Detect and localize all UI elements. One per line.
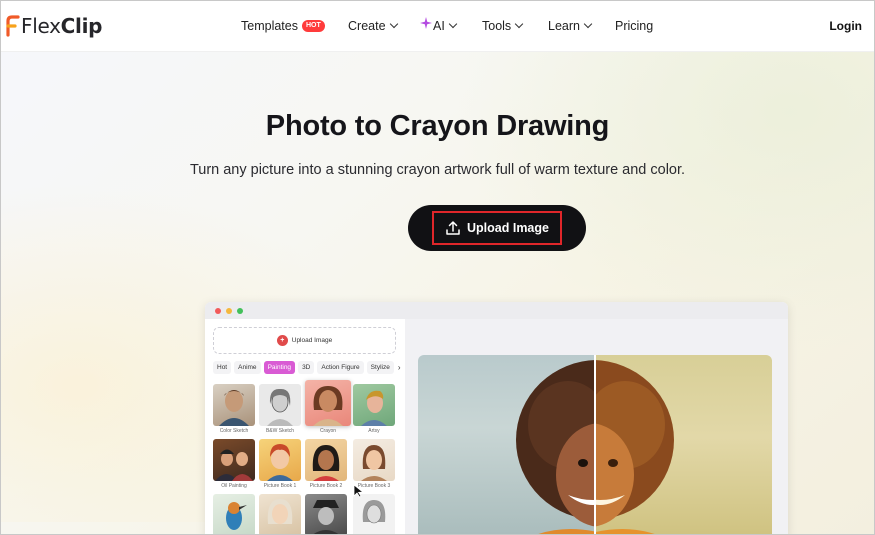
style-caption: Color Sketch (219, 428, 249, 434)
style-caption: Artsy (368, 428, 380, 434)
mockup-style-panel: + Upload Image Hot Anime Painting 3D Act… (205, 319, 405, 534)
nav-create-label: Create (348, 19, 386, 33)
style-caption: Oil Painting (221, 483, 247, 489)
upload-button-label: Upload Image (467, 221, 549, 235)
nav-tools-label: Tools (482, 19, 512, 33)
nav-create[interactable]: Create (348, 17, 398, 35)
logo-text-prefix: Flex (21, 14, 61, 38)
sparkle-icon (420, 17, 432, 29)
picture-book-2-image (305, 439, 347, 481)
tab-stylize[interactable]: Stylize (366, 361, 394, 374)
chevron-down-icon (583, 19, 593, 29)
before-after-comparison[interactable] (418, 355, 772, 534)
nav-learn[interactable]: Learn (548, 17, 593, 35)
app-preview-mockup: + Upload Image Hot Anime Painting 3D Act… (205, 302, 788, 534)
picture-book-1-image (259, 439, 301, 481)
style-thumb-color-sketch[interactable]: Color Sketch (213, 384, 255, 436)
mockup-upload-area[interactable]: + Upload Image (213, 327, 396, 354)
style-thumb-picture-book-2[interactable]: Picture Book 2 (305, 439, 347, 491)
nav-learn-label: Learn (548, 19, 580, 33)
style-caption: Picture Book 1 (263, 483, 297, 489)
page-title: Photo to Crayon Drawing (265, 110, 610, 142)
bird-image (213, 494, 255, 534)
upload-image-button[interactable]: Upload Image (408, 205, 586, 251)
mouse-pointer-icon (353, 484, 365, 498)
tab-action-figure[interactable]: Action Figure (317, 361, 364, 374)
mockup-upload-icon: + (276, 335, 288, 346)
bw-sketch-image (259, 384, 301, 426)
logo[interactable]: FlexClip (5, 14, 102, 38)
tab-anime[interactable]: Anime (234, 361, 261, 374)
crayon-result (510, 355, 772, 534)
logo-text-suffix: Clip (60, 14, 103, 38)
window-maximize-dot (237, 307, 243, 314)
nav-pricing[interactable]: Pricing (615, 17, 653, 35)
window-close-dot (215, 307, 221, 314)
style-thumb-bird[interactable] (213, 494, 255, 534)
bw-man-image (305, 494, 347, 534)
tab-3d[interactable]: 3D (298, 361, 315, 374)
comparison-divider-handle[interactable] (594, 355, 596, 534)
site-header: FlexClip Templates HOT Create AI Tools L… (1, 1, 874, 52)
tab-hot[interactable]: Hot (213, 361, 232, 374)
upload-button-highlight: Upload Image (432, 211, 562, 245)
style-thumb-artsy[interactable]: Artsy (353, 384, 395, 436)
upload-icon (446, 221, 460, 235)
chevron-right-icon[interactable]: › (398, 363, 401, 372)
mockup-upload-label: Upload Image (291, 337, 333, 344)
login-link[interactable]: Login (829, 19, 862, 33)
style-thumb-crayon[interactable]: Crayon (305, 380, 351, 438)
sketch-girl-image (353, 494, 395, 534)
tab-painting[interactable]: Painting (263, 361, 296, 374)
page-subtitle: Turn any picture into a stunning crayon … (189, 162, 686, 178)
nav-pricing-label: Pricing (615, 19, 654, 33)
portrait-woman-image (259, 494, 301, 534)
style-thumb-bw-man[interactable] (305, 494, 347, 534)
nav-templates[interactable]: Templates HOT (241, 17, 325, 35)
nav-ai[interactable]: AI (420, 17, 458, 35)
style-tabs: Hot Anime Painting 3D Action Figure Styl… (213, 361, 401, 374)
nav-templates-label: Templates (241, 19, 298, 33)
style-caption: B&W Sketch (265, 428, 295, 434)
chevron-down-icon (514, 19, 524, 29)
nav-ai-label: AI (433, 19, 445, 33)
flexclip-logo-icon (6, 15, 20, 37)
nav-tools[interactable]: Tools (482, 17, 524, 35)
chevron-down-icon (389, 19, 398, 29)
style-thumb-portrait-woman[interactable] (259, 494, 301, 534)
mockup-preview-panel (405, 319, 788, 534)
crayon-image (305, 380, 351, 426)
artsy-image (353, 384, 395, 426)
style-thumb-sketch-girl[interactable] (353, 494, 395, 534)
logo-text: FlexClip (21, 14, 102, 38)
style-thumb-oil-painting[interactable]: Oil Painting (213, 439, 255, 491)
oil-painting-image (213, 439, 255, 481)
style-thumb-bw-sketch[interactable]: B&W Sketch (259, 384, 301, 436)
chevron-down-icon (448, 19, 458, 29)
mockup-titlebar (205, 302, 788, 319)
hot-badge: HOT (301, 20, 325, 32)
style-caption: Crayon (319, 428, 337, 434)
picture-book-3-image (353, 439, 395, 481)
window-minimize-dot (226, 307, 232, 314)
hero-section: Photo to Crayon Drawing Turn any picture… (1, 52, 874, 534)
style-caption: Picture Book 2 (309, 483, 343, 489)
color-sketch-image (213, 384, 255, 426)
style-thumb-picture-book-1[interactable]: Picture Book 1 (259, 439, 301, 491)
page-frame: FlexClip Templates HOT Create AI Tools L… (0, 0, 875, 535)
original-photo (418, 355, 680, 534)
